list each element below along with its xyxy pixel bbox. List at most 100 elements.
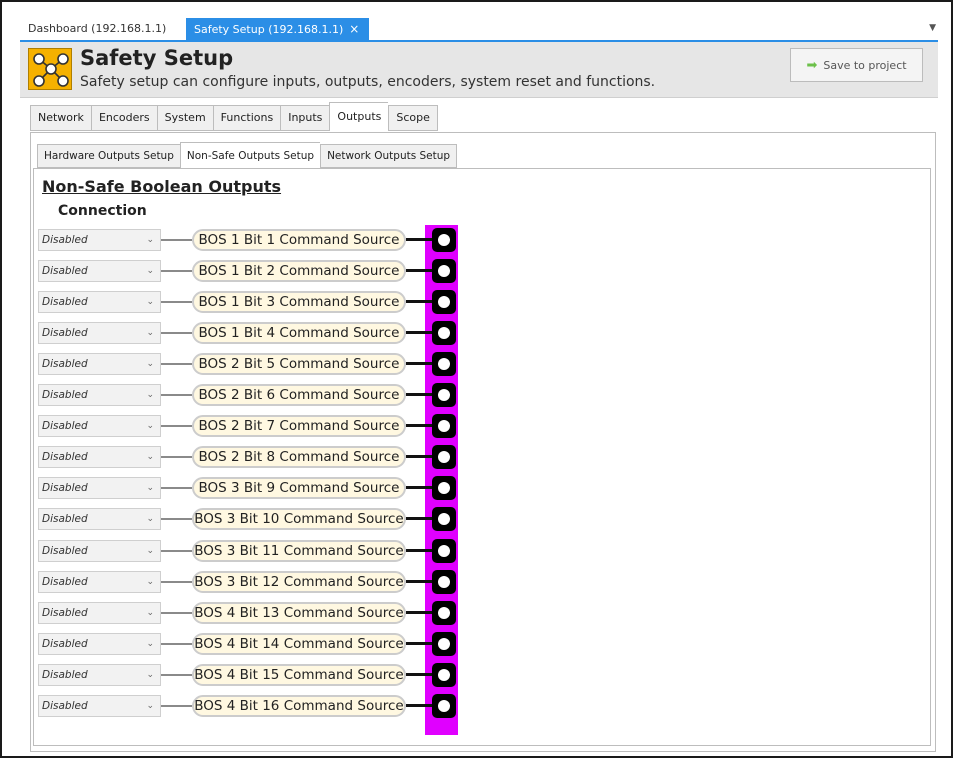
tab-non-safe-outputs-setup[interactable]: Non-Safe Outputs Setup [179, 142, 321, 168]
chevron-down-icon: ⌄ [146, 514, 154, 525]
output-row: Disabled ⌄ BOS 3 Bit 9 Command Source [38, 476, 458, 501]
output-row: Disabled ⌄ BOS 2 Bit 6 Command Source [38, 383, 458, 408]
command-source-block[interactable]: BOS 2 Bit 7 Command Source [192, 415, 406, 438]
connection-dropdown[interactable]: Disabled ⌄ [38, 632, 161, 655]
command-source-block[interactable]: BOS 1 Bit 2 Command Source [192, 260, 406, 283]
connection-dropdown[interactable]: Disabled ⌄ [38, 291, 161, 314]
output-row: Disabled ⌄ BOS 2 Bit 7 Command Source [38, 414, 458, 439]
connection-dropdown[interactable]: Disabled ⌄ [38, 601, 161, 624]
connection-node-icon[interactable] [432, 538, 456, 563]
tab-functions[interactable]: Functions [212, 105, 281, 131]
connector-wire [406, 610, 434, 614]
connection-dropdown[interactable]: Disabled ⌄ [38, 477, 161, 500]
tab-network[interactable]: Network [30, 105, 91, 131]
connection-dropdown[interactable]: Disabled ⌄ [38, 508, 161, 531]
close-icon[interactable]: × [349, 22, 359, 36]
tab-outputs[interactable]: Outputs [329, 102, 389, 131]
connector-wire [406, 486, 434, 490]
save-button-label: Save to project [823, 58, 907, 72]
chevron-down-icon: ⌄ [146, 297, 154, 308]
connection-node-icon[interactable] [432, 476, 456, 501]
command-source-block[interactable]: BOS 3 Bit 12 Command Source [192, 570, 406, 593]
command-source-block[interactable]: BOS 1 Bit 4 Command Source [192, 322, 406, 345]
connection-node-icon[interactable] [432, 507, 456, 532]
tab-inputs[interactable]: Inputs [280, 105, 330, 131]
connection-node-icon[interactable] [432, 228, 456, 252]
connection-dropdown[interactable]: Disabled ⌄ [38, 353, 161, 376]
connection-dropdown[interactable]: Disabled ⌄ [38, 446, 161, 469]
command-source-block[interactable]: BOS 3 Bit 11 Command Source [192, 539, 406, 562]
connection-node-icon[interactable] [432, 259, 456, 284]
command-source-block[interactable]: BOS 1 Bit 1 Command Source [192, 229, 406, 251]
connector-wire [406, 393, 434, 397]
chevron-down-icon: ⌄ [146, 700, 154, 711]
doc-tab-safety-setup[interactable]: Safety Setup (192.168.1.1) × [186, 18, 370, 40]
tab-scope[interactable]: Scope [388, 105, 438, 131]
connection-dropdown[interactable]: Disabled ⌄ [38, 663, 161, 686]
connection-node-icon[interactable] [432, 445, 456, 470]
connection-dropdown[interactable]: Disabled ⌄ [38, 539, 161, 562]
output-row: Disabled ⌄ BOS 3 Bit 12 Command Source [38, 569, 458, 594]
connection-value: Disabled [42, 451, 88, 464]
arrow-right-icon: ➡ [806, 57, 818, 73]
command-source-block[interactable]: BOS 4 Bit 16 Command Source [192, 694, 406, 717]
connection-node-icon[interactable] [432, 383, 456, 408]
connector-wire [406, 362, 434, 366]
connector-wire [161, 332, 192, 335]
connection-dropdown[interactable]: Disabled ⌄ [38, 415, 161, 438]
tab-network-outputs-setup[interactable]: Network Outputs Setup [320, 144, 458, 168]
doc-tab-dashboard[interactable]: Dashboard (192.168.1.1) [20, 18, 174, 40]
tab-system[interactable]: System [156, 105, 213, 131]
chevron-down-icon: ⌄ [146, 452, 154, 463]
chevron-down-icon: ⌄ [146, 235, 154, 245]
doc-tab-label: Safety Setup (192.168.1.1) [194, 23, 344, 36]
connection-node-icon[interactable] [432, 414, 456, 439]
connection-node-icon[interactable] [432, 693, 456, 718]
connection-dropdown[interactable]: Disabled ⌄ [38, 694, 161, 717]
connector-wire [161, 301, 192, 304]
connection-node-icon[interactable] [432, 290, 456, 315]
connection-node-icon[interactable] [432, 569, 456, 594]
chevron-down-icon: ⌄ [146, 545, 154, 556]
doc-tab-label: Dashboard (192.168.1.1) [28, 22, 167, 35]
command-source-block[interactable]: BOS 2 Bit 8 Command Source [192, 446, 406, 469]
command-source-block[interactable]: BOS 3 Bit 10 Command Source [192, 508, 406, 531]
chevron-down-icon: ⌄ [146, 669, 154, 680]
connection-node-icon[interactable] [432, 321, 456, 346]
connection-node-icon[interactable] [432, 352, 456, 377]
command-source-block[interactable]: BOS 4 Bit 15 Command Source [192, 663, 406, 686]
connection-dropdown[interactable]: Disabled ⌄ [38, 384, 161, 407]
connection-dropdown[interactable]: Disabled ⌄ [38, 570, 161, 593]
tab-encoders[interactable]: Encoders [90, 105, 157, 131]
chevron-down-icon: ⌄ [146, 359, 154, 370]
connector-wire [161, 580, 192, 583]
save-to-project-button[interactable]: ➡ Save to project [790, 48, 923, 82]
connection-dropdown[interactable]: Disabled ⌄ [38, 322, 161, 345]
connector-wire [406, 331, 434, 335]
output-row: Disabled ⌄ BOS 1 Bit 3 Command Source [38, 290, 458, 315]
command-source-block[interactable]: BOS 4 Bit 14 Command Source [192, 632, 406, 655]
chevron-down-icon[interactable]: ▼ [929, 23, 936, 33]
connector-wire [406, 517, 434, 521]
output-row: Disabled ⌄ BOS 1 Bit 2 Command Source [38, 259, 458, 284]
connector-wire [161, 611, 192, 614]
connector-wire [161, 549, 192, 552]
tab-hardware-outputs-setup[interactable]: Hardware Outputs Setup [37, 144, 180, 168]
connection-value: Disabled [42, 544, 88, 557]
command-source-block[interactable]: BOS 2 Bit 5 Command Source [192, 353, 406, 376]
command-source-block[interactable]: BOS 1 Bit 3 Command Source [192, 291, 406, 314]
connection-node-icon[interactable] [432, 631, 456, 656]
connector-wire [406, 703, 434, 707]
connection-dropdown[interactable]: Disabled ⌄ [38, 229, 161, 251]
command-source-block[interactable]: BOS 2 Bit 6 Command Source [192, 384, 406, 407]
command-source-block[interactable]: BOS 4 Bit 13 Command Source [192, 601, 406, 624]
connector-wire [161, 394, 192, 397]
connection-node-icon[interactable] [432, 600, 456, 625]
connection-dropdown[interactable]: Disabled ⌄ [38, 260, 161, 283]
chevron-down-icon: ⌄ [146, 390, 154, 401]
connection-node-icon[interactable] [432, 662, 456, 687]
connection-value: Disabled [42, 327, 88, 340]
command-source-block[interactable]: BOS 3 Bit 9 Command Source [192, 477, 406, 500]
connector-wire [161, 239, 192, 241]
section-title: Non-Safe Boolean Outputs [42, 177, 282, 196]
